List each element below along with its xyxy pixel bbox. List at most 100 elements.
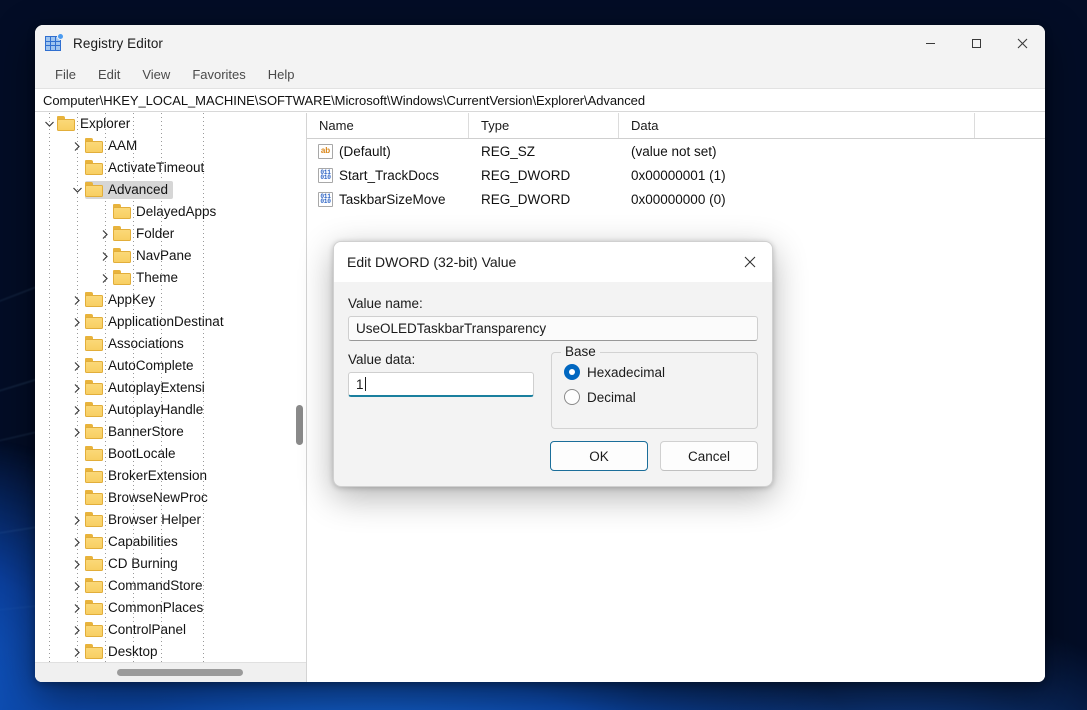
chevron-right-icon[interactable] — [69, 531, 85, 553]
values-list: ab (Default) REG_SZ (value not set) 011 010 St… — [307, 139, 1045, 211]
value-data-input[interactable]: 1 — [348, 372, 534, 397]
tree-item-advanced[interactable]: Advanced — [35, 179, 306, 201]
tree-item-applicationdestinat[interactable]: ApplicationDestinat — [35, 311, 306, 333]
tree-item-delayedapps[interactable]: DelayedApps — [35, 201, 306, 223]
chevron-right-icon[interactable] — [97, 245, 113, 267]
chevron-right-icon[interactable] — [97, 267, 113, 289]
folder-icon — [57, 116, 75, 131]
tree-item-label: AutoplayExtensi — [108, 380, 205, 395]
value-type-cell: REG_DWORD — [481, 191, 571, 207]
chevron-right-icon[interactable] — [69, 421, 85, 443]
value-name-input[interactable]: UseOLEDTaskbarTransparency — [348, 316, 758, 341]
folder-icon — [113, 204, 131, 219]
tree-item-folder[interactable]: Folder — [35, 223, 306, 245]
tree-item-content: AutoplayHandle — [85, 401, 208, 419]
chevron-right-icon[interactable] — [69, 399, 85, 421]
chevron-right-icon[interactable] — [69, 509, 85, 531]
tree-horizontal-scrollbar[interactable] — [35, 662, 306, 682]
folder-icon — [85, 622, 103, 637]
folder-icon — [113, 270, 131, 285]
tree-item-autoplayextensi[interactable]: AutoplayExtensi — [35, 377, 306, 399]
tree-item-cd-burning[interactable]: CD Burning — [35, 553, 306, 575]
tree-item-browser-helper[interactable]: Browser Helper — [35, 509, 306, 531]
tree-item-brokerextension[interactable]: BrokerExtension — [35, 465, 306, 487]
folder-icon — [85, 160, 103, 175]
radio-decimal[interactable]: Decimal — [564, 389, 747, 405]
tree-item-desktop[interactable]: Desktop — [35, 641, 306, 662]
dialog-buttons: OK Cancel — [550, 441, 758, 471]
tree-item-content: BrokerExtension — [85, 467, 212, 485]
tree-item-label: BootLocale — [108, 446, 176, 461]
chevron-down-icon[interactable] — [69, 179, 85, 201]
tree-item-bannerstore[interactable]: BannerStore — [35, 421, 306, 443]
value-row[interactable]: 011 010 Start_TrackDocs REG_DWORD 0x00000001… — [307, 163, 1045, 187]
folder-icon — [85, 292, 103, 307]
value-row[interactable]: ab (Default) REG_SZ (value not set) — [307, 139, 1045, 163]
maximize-button[interactable] — [953, 25, 999, 61]
chevron-right-icon[interactable] — [69, 311, 85, 333]
tree-item-label: BrokerExtension — [108, 468, 208, 483]
tree-item-associations[interactable]: Associations — [35, 333, 306, 355]
radio-indicator — [564, 389, 580, 405]
chevron-right-icon[interactable] — [69, 553, 85, 575]
title-bar[interactable]: Registry Editor — [35, 25, 1045, 61]
dword-value-icon: 011 010 — [318, 191, 333, 207]
value-data-text: 1 — [356, 376, 364, 392]
tree-item-theme[interactable]: Theme — [35, 267, 306, 289]
menu-favorites[interactable]: Favorites — [182, 64, 255, 85]
tree-item-commonplaces[interactable]: CommonPlaces — [35, 597, 306, 619]
chevron-right-icon[interactable] — [69, 355, 85, 377]
chevron-right-icon[interactable] — [69, 289, 85, 311]
scrollbar-thumb[interactable] — [296, 405, 303, 445]
menu-edit[interactable]: Edit — [88, 64, 130, 85]
cancel-button[interactable]: Cancel — [660, 441, 758, 471]
dialog-body: Value name: UseOLEDTaskbarTransparency V… — [334, 282, 772, 429]
chevron-right-icon[interactable] — [69, 135, 85, 157]
tree-item-navpane[interactable]: NavPane — [35, 245, 306, 267]
minimize-button[interactable] — [907, 25, 953, 61]
tree-item-label: CommandStore — [108, 578, 203, 593]
tree-item-activatetimeout[interactable]: ActivateTimeout — [35, 157, 306, 179]
tree-item-bootlocale[interactable]: BootLocale — [35, 443, 306, 465]
column-header-name[interactable]: Name — [307, 113, 469, 138]
chevron-right-icon[interactable] — [69, 597, 85, 619]
dialog-close-button[interactable] — [728, 242, 772, 282]
column-header-data[interactable]: Data — [619, 113, 975, 138]
tree-item-capabilities[interactable]: Capabilities — [35, 531, 306, 553]
tree-vertical-scrollbar[interactable] — [293, 113, 305, 662]
tree-item-commandstore[interactable]: CommandStore — [35, 575, 306, 597]
folder-icon — [85, 578, 103, 593]
folder-icon — [113, 226, 131, 241]
menu-view[interactable]: View — [132, 64, 180, 85]
tree-item-browsenewproc[interactable]: BrowseNewProc — [35, 487, 306, 509]
tree-indent-spacer — [69, 333, 85, 355]
tree-item-content: ActivateTimeout — [85, 159, 209, 177]
menu-help[interactable]: Help — [258, 64, 305, 85]
address-bar[interactable]: Computer\HKEY_LOCAL_MACHINE\SOFTWARE\Mic… — [35, 89, 1045, 112]
folder-icon — [85, 556, 103, 571]
dialog-title-bar[interactable]: Edit DWORD (32-bit) Value — [334, 242, 772, 282]
tree-item-autocomplete[interactable]: AutoComplete — [35, 355, 306, 377]
chevron-right-icon[interactable] — [97, 223, 113, 245]
value-row[interactable]: 011 010 TaskbarSizeMove REG_DWORD 0x00000000… — [307, 187, 1045, 211]
tree-item-explorer[interactable]: Explorer — [35, 113, 306, 135]
tree-item-aam[interactable]: AAM — [35, 135, 306, 157]
menu-file[interactable]: File — [45, 64, 86, 85]
chevron-right-icon[interactable] — [69, 619, 85, 641]
tree-item-appkey[interactable]: AppKey — [35, 289, 306, 311]
scrollbar-thumb[interactable] — [117, 669, 243, 676]
tree-item-content: AutoComplete — [85, 357, 199, 375]
ok-button[interactable]: OK — [550, 441, 648, 471]
close-button[interactable] — [999, 25, 1045, 61]
chevron-right-icon[interactable] — [69, 575, 85, 597]
chevron-right-icon[interactable] — [69, 641, 85, 662]
value-data-cell: 0x00000000 (0) — [631, 191, 726, 207]
folder-icon — [85, 402, 103, 417]
chevron-down-icon[interactable] — [41, 113, 57, 135]
column-header-type[interactable]: Type — [469, 113, 619, 138]
tree-item-content: NavPane — [113, 247, 197, 265]
tree-item-controlpanel[interactable]: ControlPanel — [35, 619, 306, 641]
chevron-right-icon[interactable] — [69, 377, 85, 399]
radio-hexadecimal[interactable]: Hexadecimal — [564, 364, 747, 380]
tree-item-autoplayhandle[interactable]: AutoplayHandle — [35, 399, 306, 421]
